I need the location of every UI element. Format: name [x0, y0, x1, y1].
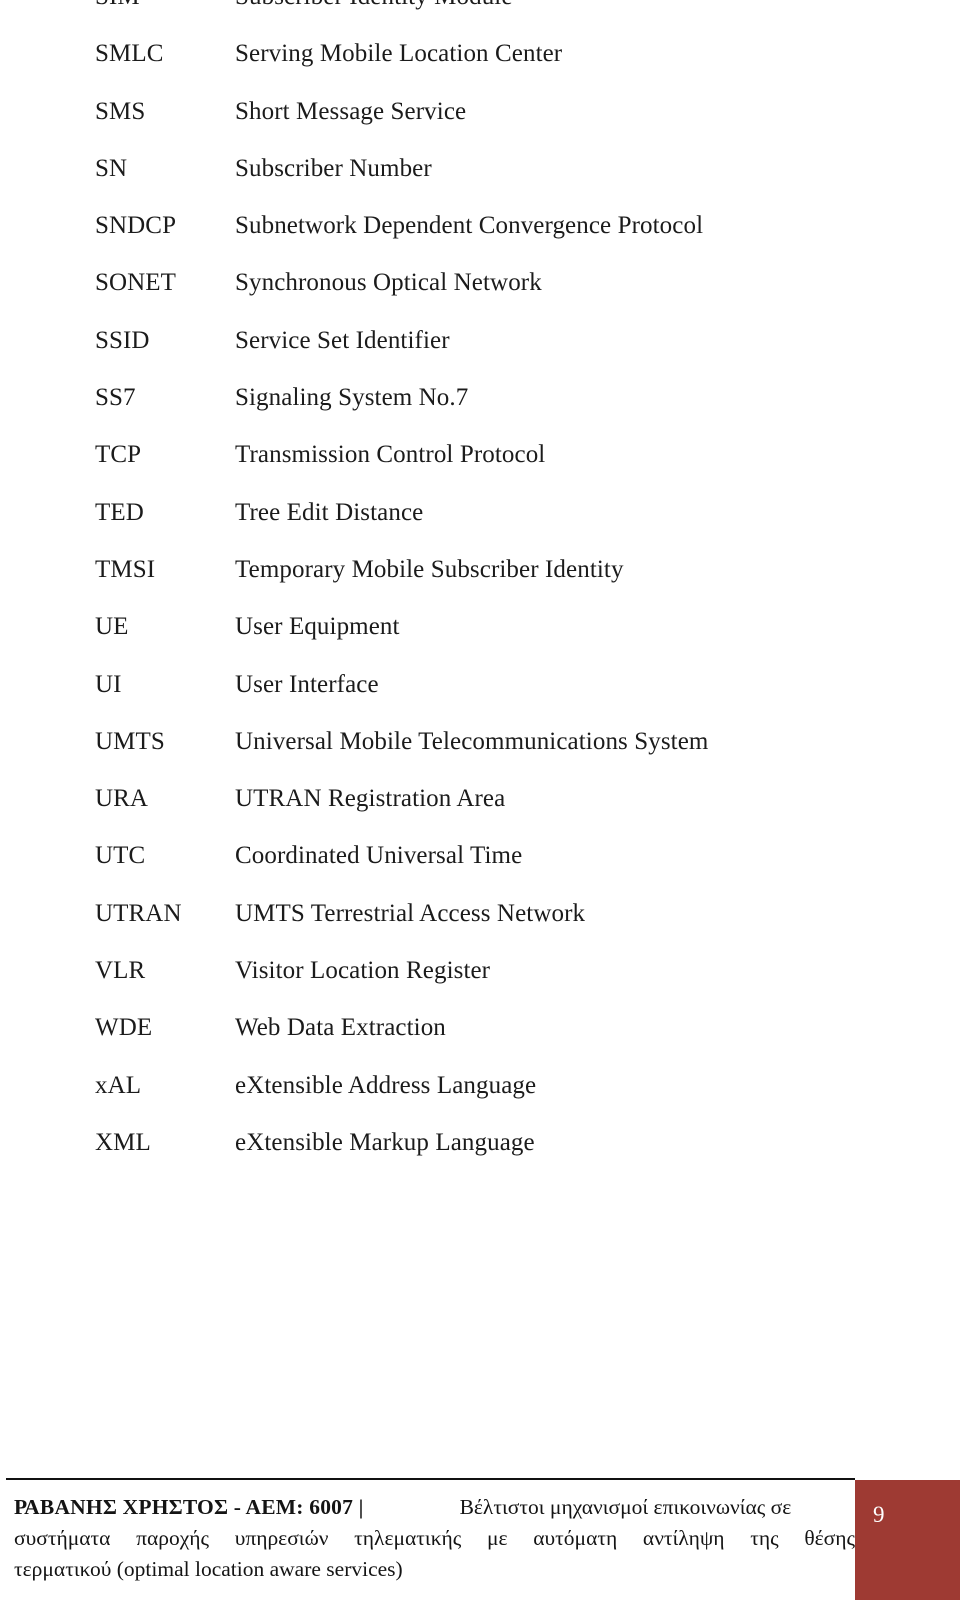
abbreviation-row: xAL eXtensible Address Language: [0, 1071, 960, 1128]
abbreviation-definition: Subscriber Number: [235, 154, 432, 182]
abbreviation-term: SN: [95, 154, 128, 182]
abbreviation-row: UTRAN UMTS Terrestrial Access Network: [0, 899, 960, 956]
footer-divider: [6, 1478, 855, 1480]
abbreviation-definition: eXtensible Address Language: [235, 1071, 537, 1099]
abbreviation-term: UMTS: [95, 727, 165, 755]
abbreviation-term: VLR: [95, 957, 146, 985]
abbreviation-term: UTC: [95, 842, 146, 870]
abbreviation-term: SS7: [95, 384, 136, 412]
footer-line-1: ΡΑΒΑΝΗΣ ΧΡΗΣΤΟΣ - ΑΕΜ: 6007 | Βέλτιστοι μ…: [14, 1492, 855, 1523]
abbreviation-term: xAL: [95, 1071, 142, 1099]
abbreviation-definition: Subnetwork Dependent Convergence Protoco…: [235, 212, 704, 240]
abbreviation-definition: Web Data Extraction: [235, 1014, 446, 1042]
abbreviation-definition: User Interface: [235, 670, 379, 698]
abbreviation-definition: Coordinated Universal Time: [235, 842, 523, 870]
page-number-badge: 9: [855, 1480, 960, 1600]
abbreviation-row: VLR Visitor Location Register: [0, 956, 960, 1013]
abbreviation-term: SNDCP: [95, 212, 177, 240]
abbreviation-definition: Universal Mobile Telecommunications Syst…: [235, 727, 709, 755]
abbreviation-row: UMTS Universal Mobile Telecommunications …: [0, 727, 960, 784]
abbreviation-row: SMLC Serving Mobile Location Center: [0, 39, 960, 96]
footer-author: ΡΑΒΑΝΗΣ ΧΡΗΣΤΟΣ - ΑΕΜ: 6007 |: [14, 1495, 364, 1519]
abbreviation-term: SMS: [95, 97, 146, 125]
abbreviations-list: SIMSubscriber Identity ModuleSMLCServing…: [0, 0, 960, 1185]
footer-title-part-2: συστήματα παροχής υπηρεσιών τηλεματικής …: [14, 1526, 855, 1550]
abbreviation-term: UTRAN: [95, 899, 182, 927]
abbreviation-definition: Service Set Identifier: [235, 326, 450, 354]
abbreviation-row: WDE Web Data Extraction: [0, 1013, 960, 1070]
abbreviation-term: TCP: [95, 441, 142, 469]
abbreviation-definition: User Equipment: [235, 613, 400, 641]
abbreviation-row: SN Subscriber Number: [0, 154, 960, 211]
abbreviation-definition: eXtensible Markup Language: [235, 1128, 535, 1156]
abbreviation-term: UE: [95, 613, 129, 641]
abbreviation-definition: Serving Mobile Location Center: [235, 40, 563, 68]
abbreviation-row: SIMSubscriber Identity Module: [0, 0, 960, 39]
footer-text-block: ΡΑΒΑΝΗΣ ΧΡΗΣΤΟΣ - ΑΕΜ: 6007 | Βέλτιστοι μ…: [14, 1492, 855, 1585]
abbreviation-term: SIM: [0, 0, 235, 12]
abbreviation-row: UE User Equipment: [0, 612, 960, 669]
abbreviation-definition: Subscriber Identity Module: [235, 0, 960, 12]
abbreviation-term: TED: [95, 498, 144, 526]
abbreviation-term: SSID: [95, 326, 150, 354]
abbreviation-row: UTC Coordinated Universal Time: [0, 841, 960, 898]
abbreviation-term: SONET: [95, 269, 177, 297]
abbreviation-row: SS7 Signaling System No.7: [0, 383, 960, 440]
abbreviation-definition: Short Message Service: [235, 97, 467, 125]
abbreviation-row: XML eXtensible Markup Language: [0, 1128, 960, 1185]
abbreviation-row: SNDCP Subnetwork Dependent Convergence Pr…: [0, 211, 960, 268]
abbreviation-term: XML: [95, 1128, 151, 1156]
abbreviation-row: UI User Interface: [0, 670, 960, 727]
abbreviation-definition: Signaling System No.7: [235, 384, 469, 412]
abbreviation-term: SMLC: [95, 40, 164, 68]
abbreviation-term: URA: [95, 785, 149, 813]
abbreviation-term: UI: [95, 670, 122, 698]
abbreviation-term: TMSI: [95, 555, 156, 583]
abbreviation-definition: Synchronous Optical Network: [235, 269, 542, 297]
abbreviation-row: TCP Transmission Control Protocol: [0, 440, 960, 497]
page-footer: ΡΑΒΑΝΗΣ ΧΡΗΣΤΟΣ - ΑΕΜ: 6007 | Βέλτιστοι μ…: [0, 1478, 960, 1600]
abbreviation-term: WDE: [95, 1014, 153, 1042]
abbreviation-definition: UTRAN Registration Area: [235, 785, 506, 813]
footer-title-part-1: Βέλτιστοι μηχανισμοί επικοινωνίας σε: [459, 1495, 792, 1519]
abbreviation-row: TED Tree Edit Distance: [0, 498, 960, 555]
abbreviation-definition: Transmission Control Protocol: [235, 441, 546, 469]
abbreviation-row: SONET Synchronous Optical Network: [0, 268, 960, 325]
abbreviation-definition: Tree Edit Distance: [235, 498, 424, 526]
abbreviation-row: SMS Short Message Service: [0, 97, 960, 154]
abbreviation-row: URA UTRAN Registration Area: [0, 784, 960, 841]
abbreviation-definition: UMTS Terrestrial Access Network: [235, 899, 586, 927]
abbreviation-definition: Visitor Location Register: [235, 957, 491, 985]
abbreviation-row: SSID Service Set Identifier: [0, 326, 960, 383]
abbreviation-definition: Temporary Mobile Subscriber Identity: [235, 555, 624, 583]
abbreviation-row: TMSI Temporary Mobile Subscriber Identity: [0, 555, 960, 612]
footer-title-part-3: τερματικού (optimal location aware servi…: [14, 1557, 403, 1581]
